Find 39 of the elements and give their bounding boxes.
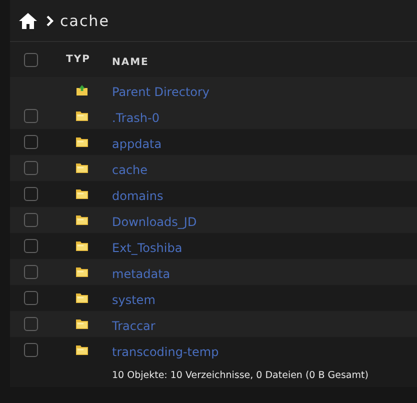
folder-icon <box>76 319 88 329</box>
breadcrumb-folder[interactable]: cache <box>60 12 110 30</box>
column-header[interactable]: NAME <box>112 57 149 68</box>
folder-icon <box>76 163 88 173</box>
file-name-link[interactable]: cache <box>112 162 148 176</box>
row-checkbox[interactable] <box>24 265 38 279</box>
file-name-link[interactable]: appdata <box>112 136 162 150</box>
folder-icon <box>76 345 88 355</box>
folder-icon <box>76 189 88 199</box>
folder-icon <box>76 137 88 147</box>
row-checkbox[interactable] <box>24 161 38 175</box>
column-header[interactable]: TYP <box>66 54 90 65</box>
folder-icon <box>76 267 88 277</box>
row-checkbox[interactable] <box>24 187 38 201</box>
file-name-link[interactable]: Downloads_JD <box>112 214 197 228</box>
row-checkbox[interactable] <box>24 213 38 227</box>
file-name-link[interactable]: Ext_Toshiba <box>112 240 182 254</box>
row-checkbox[interactable] <box>24 135 38 149</box>
folder-up-icon <box>76 84 88 96</box>
file-name-link[interactable]: Parent Directory <box>112 84 210 98</box>
chevron-icon <box>46 14 54 26</box>
select-all-checkbox[interactable] <box>24 52 38 66</box>
folder-icon <box>76 215 88 225</box>
file-name-link[interactable]: .Trash-0 <box>112 110 160 124</box>
row-checkbox[interactable] <box>24 109 38 123</box>
home-icon[interactable] <box>18 12 38 30</box>
row-checkbox[interactable] <box>24 343 38 357</box>
file-name-link[interactable]: Traccar <box>112 318 156 332</box>
file-name-link[interactable]: system <box>112 292 156 306</box>
row-checkbox[interactable] <box>24 291 38 305</box>
file-name-link[interactable]: domains <box>112 188 164 202</box>
row-checkbox[interactable] <box>24 239 38 253</box>
folder-icon <box>76 111 88 121</box>
folder-icon <box>76 241 88 251</box>
file-name-link[interactable]: metadata <box>112 266 170 280</box>
summary-text: 10 Objekte: 10 Verzeichnisse, 0 Dateien (0 B Gesamt) <box>112 370 368 380</box>
row-checkbox[interactable] <box>24 317 38 331</box>
folder-icon <box>76 293 88 303</box>
file-name-link[interactable]: transcoding-temp <box>112 344 219 358</box>
